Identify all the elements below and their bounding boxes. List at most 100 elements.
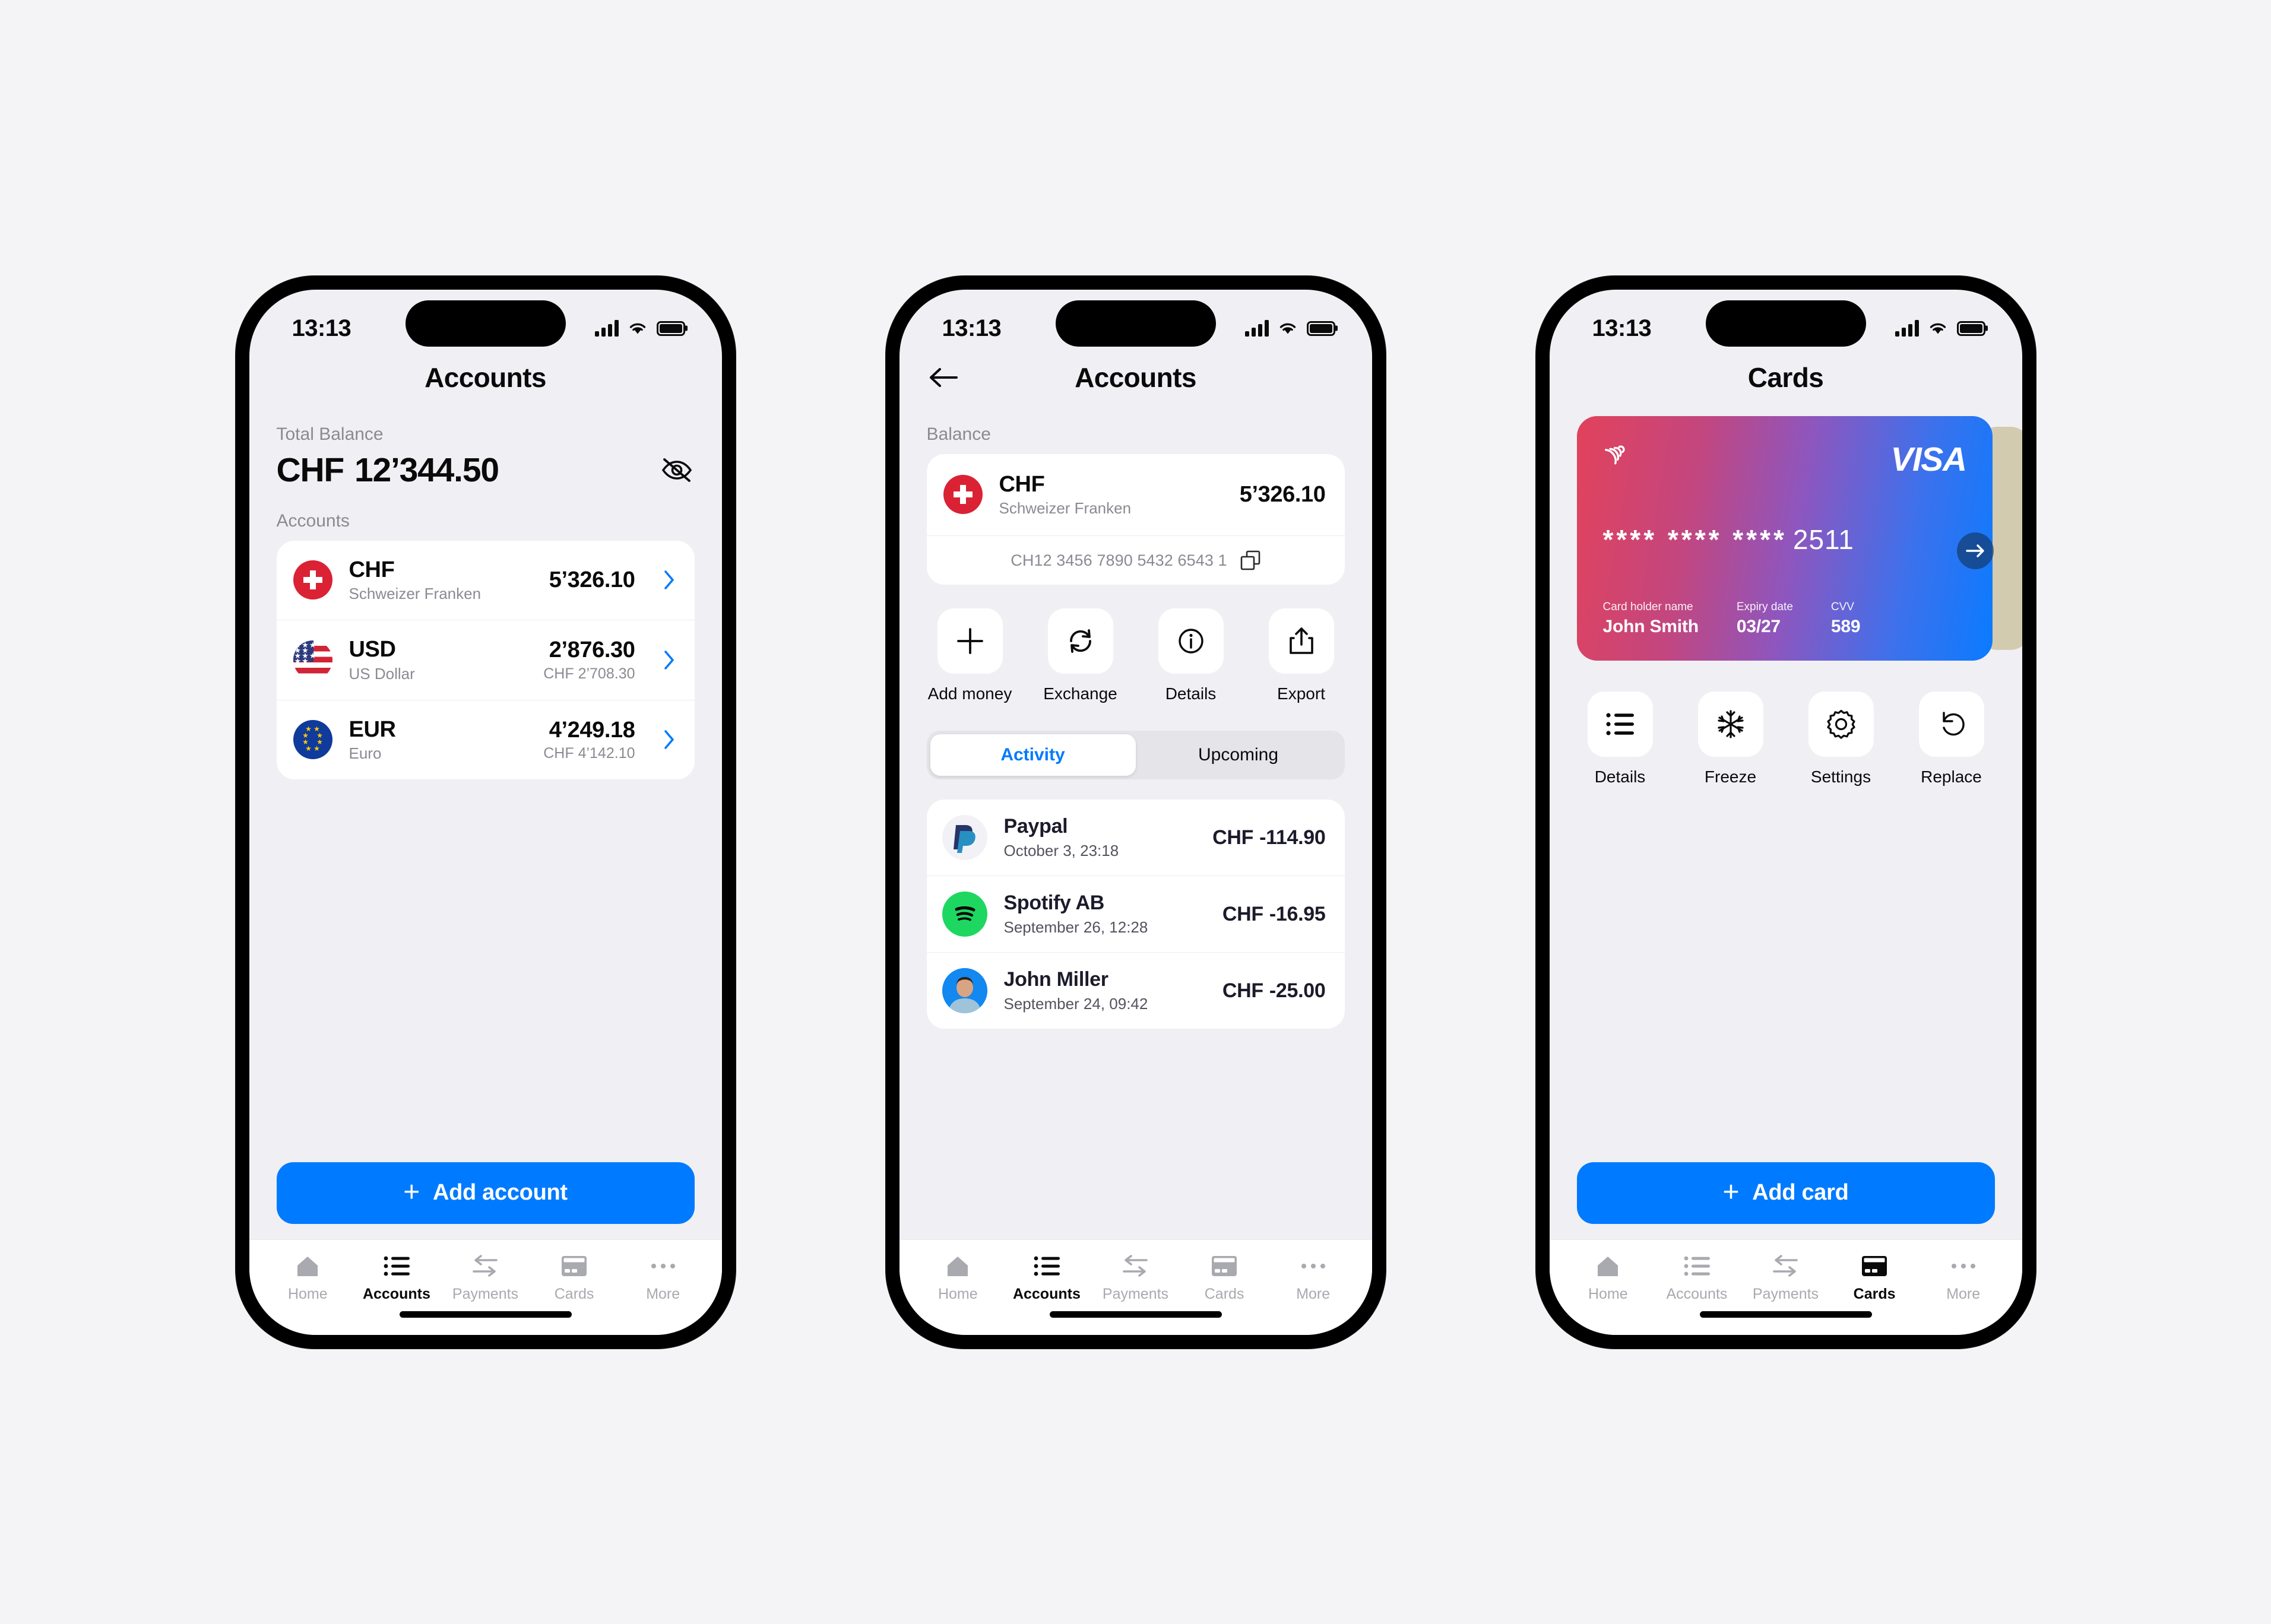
dynamic-island (1055, 300, 1216, 347)
back-button[interactable] (927, 361, 960, 394)
flag-eu-icon: ★ ★ ★ ★ ★ ★ ★ ★ (293, 720, 332, 760)
list-icon (1684, 1253, 1710, 1279)
balance-section: Total Balance CHF 12’344.50 Accounts CHF… (249, 403, 722, 780)
card-cvv-label: CVV (1830, 600, 1854, 613)
tab-payments[interactable]: Payments (449, 1253, 521, 1303)
action-details[interactable]: Details (1148, 608, 1234, 703)
card-holder-field: Card holder name John Smith (1603, 601, 1699, 637)
card-expiry-value: 03/27 (1736, 616, 1781, 636)
main-content: Total Balance CHF 12’344.50 Accounts CHF… (249, 403, 722, 1239)
tab-accounts[interactable]: Accounts (361, 1253, 432, 1303)
plus-icon: + (403, 1176, 420, 1209)
cellular-signal-icon (1895, 320, 1919, 337)
tab-cards[interactable]: Cards (1839, 1253, 1910, 1303)
action-exchange[interactable]: Exchange (1037, 608, 1124, 703)
account-converted: CHF 4’142.10 (543, 745, 635, 762)
account-info: EUR Euro (349, 717, 527, 763)
card-actions-section: Details Freeze Settings Replace (1550, 661, 2022, 786)
action-freeze[interactable]: Freeze (1687, 691, 1774, 786)
transaction-row[interactable]: John Miller September 24, 09:42 CHF -25.0… (926, 952, 1345, 1029)
card-icon (561, 1253, 587, 1279)
tab-label: Cards (1853, 1285, 1896, 1302)
iban-row: CH12 3456 7890 5432 6543 1 (926, 535, 1345, 585)
account-row-eur[interactable]: ★ ★ ★ ★ ★ ★ ★ ★ EUR Euro 4’249.18 CHF 4’142… (276, 699, 695, 780)
transaction-row[interactable]: Paypal October 3, 23:18 CHF -114.90 (927, 800, 1345, 876)
account-row-chf[interactable]: CHF Schweizer Franken 5’326.10 (277, 541, 695, 620)
tab-more[interactable]: More (628, 1253, 699, 1303)
credit-card-visa[interactable]: VISA **** **** **** 2511 Card holder nam… (1576, 415, 1993, 661)
tab-activity[interactable]: Activity (930, 734, 1136, 776)
list-icon (1587, 691, 1653, 757)
tab-accounts[interactable]: Accounts (1011, 1253, 1082, 1303)
action-replace[interactable]: Replace (1908, 691, 1995, 786)
account-balance: 2’876.30 CHF 2’708.30 (543, 637, 635, 683)
plus-icon (937, 608, 1003, 674)
tab-home[interactable]: Home (922, 1253, 993, 1303)
spotify-logo-icon (942, 892, 987, 937)
card-number-last4: 2511 (1792, 524, 1854, 555)
action-settings[interactable]: Settings (1798, 691, 1884, 786)
transaction-date: September 24, 09:42 (1003, 995, 1148, 1013)
eye-off-icon (661, 458, 692, 482)
action-add-money[interactable]: Add money (927, 608, 1013, 703)
tab-payments[interactable]: Payments (1100, 1253, 1171, 1303)
status-time: 13:13 (942, 315, 1002, 341)
account-balance-card: CHF Schweizer Franken 5’326.10 CH12 3456… (926, 453, 1345, 585)
status-icons (1244, 320, 1335, 337)
account-amount: 4’249.18 (549, 717, 635, 743)
action-label: Details (1594, 767, 1646, 786)
chevron-right-icon (664, 730, 674, 750)
tab-home[interactable]: Home (1572, 1253, 1643, 1303)
cellular-signal-icon (1244, 320, 1269, 337)
page-title: Accounts (425, 361, 546, 393)
transaction-value: -114.90 (1259, 826, 1326, 849)
tab-label: More (646, 1285, 680, 1302)
add-card-button[interactable]: + Add card (1576, 1162, 1995, 1224)
transaction-row[interactable]: Spotify AB September 26, 12:28 CHF -16.95 (926, 876, 1345, 952)
home-indicator (1549, 1311, 2022, 1335)
account-row-usd[interactable]: ★★★ ★★ ★★★ ★★ USD US Dollar 2’876.30 CHF 2’… (276, 620, 695, 700)
card-number: **** **** **** 2511 (1603, 524, 1966, 556)
account-amount: 5’326.10 (1239, 482, 1326, 507)
account-info: CHF Schweizer Franken (349, 557, 533, 604)
tab-more[interactable]: More (1928, 1253, 1999, 1303)
tab-cards[interactable]: Cards (539, 1253, 610, 1303)
nav-header: Accounts (899, 352, 1372, 403)
tab-more[interactable]: More (1278, 1253, 1349, 1303)
tab-home[interactable]: Home (272, 1253, 343, 1303)
tab-label: Accounts (1666, 1285, 1728, 1302)
account-row-chf[interactable]: CHF Schweizer Franken 5’326.10 (927, 454, 1345, 536)
visa-logo: VISA (1890, 440, 1967, 478)
tab-payments[interactable]: Payments (1750, 1253, 1821, 1303)
main-content: Balance CHF Schweizer Franken 5’326.10 C… (899, 403, 1372, 1239)
account-name: Schweizer Franken (999, 499, 1132, 518)
tab-accounts[interactable]: Accounts (1661, 1253, 1732, 1303)
transaction-value: -25.00 (1269, 979, 1326, 1002)
tab-label: Home (1588, 1285, 1628, 1302)
next-card-button[interactable] (1956, 532, 1994, 569)
action-details[interactable]: Details (1577, 691, 1664, 786)
dynamic-island (1705, 300, 1866, 347)
transaction-amount: CHF -16.95 (1222, 903, 1326, 926)
card-holder-label: Card holder name (1602, 600, 1693, 613)
account-info: CHF Schweizer Franken (999, 472, 1223, 518)
info-circle-icon (1158, 608, 1224, 674)
balance-section: Balance CHF Schweizer Franken 5’326.10 C… (899, 403, 1372, 1029)
status-bar: 13:13 (1550, 290, 2022, 352)
total-amount: 12’344.50 (354, 451, 499, 489)
page-title: Cards (1747, 361, 1824, 393)
hide-balance-button[interactable] (659, 452, 695, 488)
transaction-name: John Miller (1003, 968, 1108, 991)
plus-icon: + (1722, 1176, 1740, 1209)
action-export[interactable]: Export (1258, 608, 1345, 703)
home-icon (945, 1253, 970, 1279)
add-account-button[interactable]: + Add account (276, 1162, 695, 1224)
tab-upcoming[interactable]: Upcoming (1136, 734, 1341, 776)
copy-iban-button[interactable] (1240, 550, 1260, 570)
status-icons (1895, 320, 1985, 337)
account-balance: 4’249.18 CHF 4’142.10 (543, 718, 635, 763)
tab-cards[interactable]: Cards (1189, 1253, 1260, 1303)
action-label: Export (1277, 684, 1325, 703)
total-currency: CHF (276, 451, 345, 489)
